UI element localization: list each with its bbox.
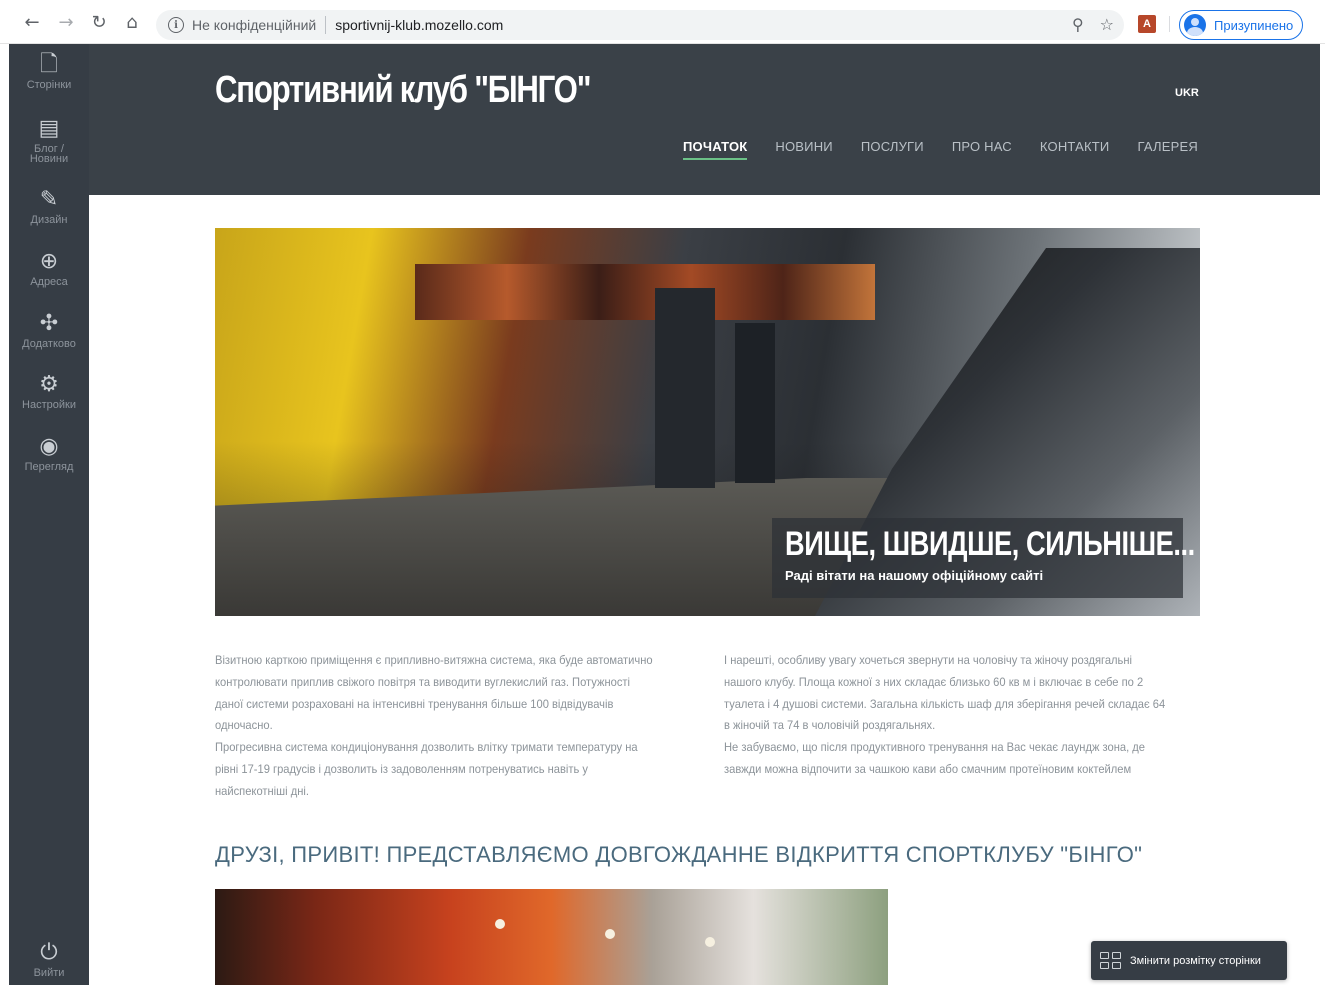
info-icon[interactable]: i <box>168 17 184 33</box>
editor-item-design[interactable]: ✎ Дизайн <box>9 187 89 226</box>
puzzle-icon: ✣ <box>39 311 59 336</box>
eye-icon: ◉ <box>39 434 59 459</box>
page-add-icon: 🗋 <box>40 52 58 77</box>
paragraph: І нарешті, особливу увагу хочеться зверн… <box>724 653 1166 733</box>
pdf-extension-icon[interactable]: A <box>1138 15 1156 33</box>
back-arrow-icon[interactable]: ← <box>20 10 44 34</box>
editor-item-address[interactable]: ⊕ Адреса <box>9 249 89 288</box>
address-separator <box>325 16 327 34</box>
editor-item-settings[interactable]: ⚙ Настройки <box>9 372 89 411</box>
editor-item-blog[interactable]: ▤ Блог / Новини <box>9 116 89 165</box>
paragraph: Візитною карткою приміщення є припливно-… <box>215 653 653 733</box>
layout-grid-icon <box>1100 952 1121 969</box>
hero-subtitle: Раді вітати на нашому офіційному сайті <box>785 568 1044 583</box>
editor-item-extras[interactable]: ✣ Додатково <box>9 311 89 350</box>
hero-gym-machine <box>655 288 715 488</box>
toolbar-divider <box>1169 16 1170 32</box>
opening-photo[interactable] <box>215 889 888 985</box>
section-heading: ДРУЗІ, ПРИВІТ! ПРЕДСТАВЛЯЄМО ДОВГОЖДАННЕ… <box>215 842 1143 867</box>
bookmark-star-icon[interactable]: ☆ <box>1100 15 1114 35</box>
editor-item-preview[interactable]: ◉ Перегляд <box>9 434 89 473</box>
paragraph: Прогресивна система кондиціонування дозв… <box>215 740 638 798</box>
hero-caption: ВИЩЕ, ШВИДШЕ, СИЛЬНІШЕ... Раді вітати на… <box>772 518 1195 598</box>
paragraph: Не забуваємо, що після продуктивного тре… <box>724 740 1146 776</box>
site-header: Спортивний клуб "БІНГО" UKR ПОЧАТОК НОВИ… <box>89 44 1320 195</box>
ceiling-light <box>495 919 505 929</box>
design-brush-icon: ✎ <box>39 187 59 212</box>
omnibox-actions: ⚲ ☆ <box>1072 15 1114 35</box>
change-layout-button[interactable]: Змінити розмітку сторінки <box>1091 941 1287 980</box>
hero-gym-machine-2 <box>735 323 775 483</box>
site-title[interactable]: Спортивний клуб "БІНГО" <box>215 69 591 112</box>
nav-item-services[interactable]: ПОСЛУГИ <box>861 139 924 160</box>
browser-toolbar: ← → ↻ ⌂ i Не конфіденційний sportivnij-k… <box>0 0 1325 44</box>
nav-item-gallery[interactable]: ГАЛЕРЕЯ <box>1137 139 1197 160</box>
hero-image[interactable]: ВИЩЕ, ШВИДШЕ, СИЛЬНІШЕ... Раді вітати на… <box>215 228 1200 616</box>
ceiling-light <box>705 937 715 947</box>
nav-item-news[interactable]: НОВИНИ <box>775 139 832 160</box>
hero-title: ВИЩЕ, ШВИДШЕ, СИЛЬНІШЕ... <box>785 525 1195 563</box>
text-column-left: Візитною карткою приміщення є припливно-… <box>215 650 658 803</box>
globe-icon: ⊕ <box>39 249 59 274</box>
editor-item-pages[interactable]: 🗋 Сторінки <box>9 52 89 91</box>
forward-arrow-icon[interactable]: → <box>54 10 78 34</box>
ceiling-light <box>605 929 615 939</box>
home-icon[interactable]: ⌂ <box>120 10 144 34</box>
main-navigation: ПОЧАТОК НОВИНИ ПОСЛУГИ ПРО НАС КОНТАКТИ … <box>683 139 1198 160</box>
reload-icon[interactable]: ↻ <box>87 10 111 34</box>
language-switch[interactable]: UKR <box>1175 87 1199 99</box>
blog-icon: ▤ <box>38 116 60 141</box>
profile-button[interactable]: Призупинено <box>1179 10 1303 40</box>
nav-item-home[interactable]: ПОЧАТОК <box>683 139 748 160</box>
gear-icon: ⚙ <box>39 372 59 397</box>
zoom-icon[interactable]: ⚲ <box>1072 15 1084 35</box>
logout-button[interactable]: ⏻ Вийти <box>9 940 89 979</box>
avatar-icon <box>1184 14 1206 36</box>
profile-status: Призупинено <box>1214 17 1294 33</box>
nav-item-about[interactable]: ПРО НАС <box>952 139 1012 160</box>
power-icon: ⏻ <box>40 940 58 965</box>
security-status: Не конфіденційний <box>192 17 317 33</box>
address-bar[interactable]: i Не конфіденційний sportivnij-klub.moze… <box>156 10 1124 40</box>
nav-item-contacts[interactable]: КОНТАКТИ <box>1040 139 1110 160</box>
text-column-right: І нарешті, особливу увагу хочеться зверн… <box>724 650 1167 781</box>
change-layout-label: Змінити розмітку сторінки <box>1130 954 1261 967</box>
hero-wall-banner <box>415 264 875 320</box>
url-text[interactable]: sportivnij-klub.mozello.com <box>335 17 503 33</box>
editor-sidebar: 🗋 Сторінки ▤ Блог / Новини ✎ Дизайн ⊕ Ад… <box>9 44 89 985</box>
